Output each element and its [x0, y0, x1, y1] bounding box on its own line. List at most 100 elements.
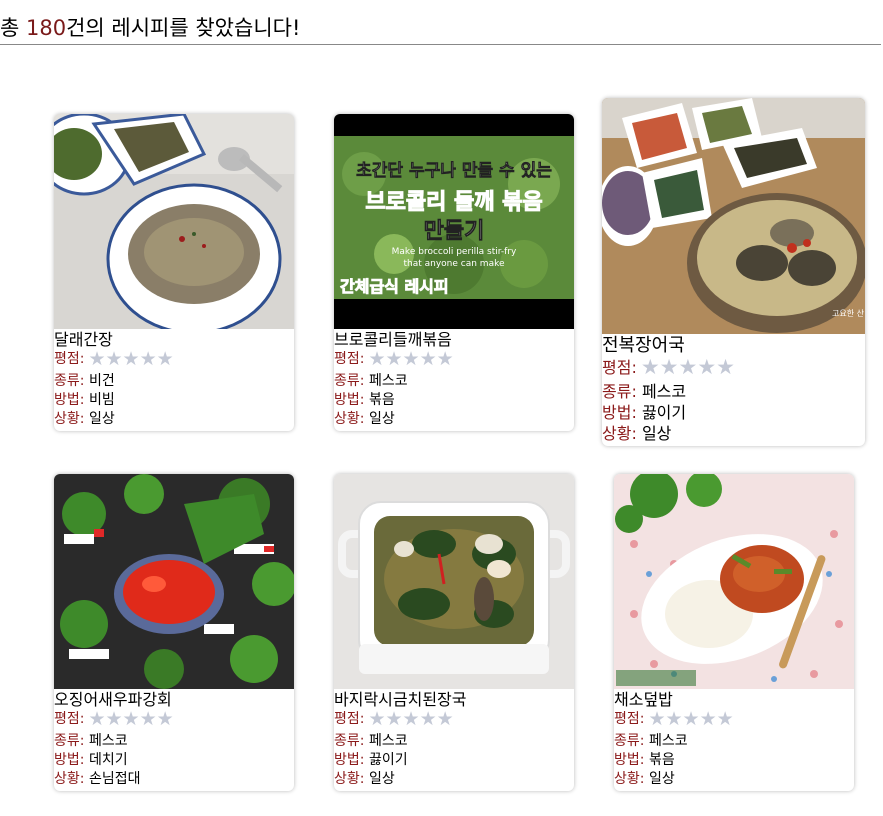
- recipe-card[interactable]: 초간단 누구나 만들 수 있는 브로콜리 들깨 볶음 만들기 Make broc…: [334, 114, 574, 431]
- occasion-value: 일상: [368, 411, 395, 427]
- type-row: 종류: 비건: [54, 372, 294, 391]
- method-value: 비빔: [88, 392, 115, 408]
- method-value: 데치기: [88, 752, 128, 768]
- method-row: 방법: 볶음: [334, 391, 574, 410]
- rating-label: 평점:: [602, 358, 637, 377]
- type-value: 페스코: [368, 373, 408, 389]
- method-label: 방법:: [334, 752, 369, 768]
- recipe-thumbnail[interactable]: [334, 474, 574, 689]
- recipe-thumbnail[interactable]: [614, 474, 854, 689]
- method-label: 방법:: [614, 752, 649, 768]
- type-label: 종류:: [614, 733, 649, 749]
- method-row: 방법: 볶음: [614, 751, 854, 770]
- type-label: 종류:: [334, 733, 369, 749]
- type-value: 페스코: [648, 733, 688, 749]
- type-label: 종류:: [334, 373, 369, 389]
- rating-row: 평점: ★★★★★: [54, 350, 294, 369]
- recipe-title[interactable]: 전복장어국: [602, 335, 865, 357]
- occasion-value: 일상: [368, 771, 395, 787]
- result-count-heading: 총 180건의 레시피를 찾았습니다!: [0, 14, 881, 45]
- method-label: 방법:: [54, 392, 89, 408]
- occasion-value: 일상: [88, 411, 115, 427]
- method-value: 볶음: [648, 752, 675, 768]
- recipe-title[interactable]: 오징어새우파강회: [54, 690, 294, 710]
- star-rating-icon[interactable]: ★★★★★: [368, 350, 453, 369]
- occasion-label: 상황:: [614, 771, 649, 787]
- occasion-value: 일상: [641, 424, 672, 443]
- rating-row: 평점: ★★★★★: [334, 350, 574, 369]
- type-value: 페스코: [88, 733, 128, 749]
- type-row: 종류: 페스코: [334, 732, 574, 751]
- recipe-title[interactable]: 바지락시금치된장국: [334, 690, 574, 710]
- recipe-card[interactable]: 오징어새우파강회 평점: ★★★★★ 종류: 페스코 방법: 데치기 상황: 손…: [54, 474, 294, 791]
- recipe-card[interactable]: 바지락시금치된장국 평점: ★★★★★ 종류: 페스코 방법: 끓이기 상황: …: [334, 474, 574, 791]
- method-row: 방법: 끓이기: [334, 751, 574, 770]
- method-label: 방법:: [334, 392, 369, 408]
- method-value: 끓이기: [641, 403, 687, 422]
- rating-row: 평점: ★★★★★: [614, 710, 854, 729]
- type-label: 종류:: [54, 373, 89, 389]
- thumb-watermark: 고요한 산: [832, 308, 865, 318]
- type-row: 종류: 페스코: [602, 381, 865, 402]
- method-value: 끓이기: [368, 752, 408, 768]
- rating-row: 평점: ★★★★★: [334, 710, 574, 729]
- occasion-value: 손님접대: [88, 771, 141, 787]
- method-row: 방법: 데치기: [54, 751, 294, 770]
- result-prefix: 총: [0, 16, 26, 40]
- type-row: 종류: 페스코: [614, 732, 854, 751]
- method-row: 방법: 끓이기: [602, 402, 865, 423]
- thumb-caption-3: 만들기: [424, 219, 485, 244]
- occasion-row: 상황: 손님접대: [54, 770, 294, 789]
- occasion-row: 상황: 일상: [602, 423, 865, 444]
- method-row: 방법: 비빔: [54, 391, 294, 410]
- recipe-card[interactable]: 고요한 산 전복장어국 평점: ★★★★★ 종류: 페스코 방법: 끓이기 상황…: [602, 98, 865, 446]
- star-rating-icon[interactable]: ★★★★★: [368, 710, 453, 729]
- occasion-row: 상황: 일상: [334, 770, 574, 789]
- rating-row: 평점: ★★★★★: [602, 357, 865, 378]
- rating-label: 평점:: [334, 351, 365, 367]
- type-value: 비건: [88, 373, 115, 389]
- rating-label: 평점:: [54, 711, 85, 727]
- type-row: 종류: 페스코: [334, 372, 574, 391]
- recipe-card[interactable]: 달래간장 평점: ★★★★★ 종류: 비건 방법: 비빔 상황: 일상: [54, 114, 294, 431]
- recipe-title[interactable]: 채소덮밥: [614, 690, 854, 710]
- rating-row: 평점: ★★★★★: [54, 710, 294, 729]
- type-label: 종류:: [54, 733, 89, 749]
- recipe-title[interactable]: 달래간장: [54, 330, 294, 350]
- occasion-value: 일상: [648, 771, 675, 787]
- rating-label: 평점:: [54, 351, 85, 367]
- result-suffix: 건의 레시피를 찾았습니다!: [66, 16, 301, 40]
- star-rating-icon[interactable]: ★★★★★: [648, 710, 733, 729]
- type-value: 페스코: [368, 733, 408, 749]
- thumb-caption-1: 초간단 누구나 만들 수 있는: [356, 161, 552, 181]
- method-label: 방법:: [54, 752, 89, 768]
- star-rating-icon[interactable]: ★★★★★: [641, 357, 735, 378]
- type-value: 페스코: [641, 382, 687, 401]
- recipe-thumbnail[interactable]: 초간단 누구나 만들 수 있는 브로콜리 들깨 볶음 만들기 Make broc…: [334, 114, 574, 329]
- type-label: 종류:: [602, 382, 642, 401]
- recipe-title[interactable]: 브로콜리들깨볶음: [334, 330, 574, 350]
- method-label: 방법:: [602, 403, 642, 422]
- occasion-label: 상황:: [334, 411, 369, 427]
- method-value: 볶음: [368, 392, 395, 408]
- occasion-row: 상황: 일상: [614, 770, 854, 789]
- occasion-label: 상황:: [54, 771, 89, 787]
- thumb-caption-6: 간체급식 레시피: [340, 277, 449, 296]
- thumb-caption-5: that anyone can make: [403, 259, 504, 269]
- occasion-row: 상황: 일상: [54, 410, 294, 429]
- occasion-row: 상황: 일상: [334, 410, 574, 429]
- recipe-thumbnail[interactable]: 고요한 산: [602, 98, 865, 334]
- recipe-thumbnail[interactable]: [54, 114, 294, 329]
- recipe-thumbnail[interactable]: [54, 474, 294, 689]
- occasion-label: 상황:: [54, 411, 89, 427]
- type-row: 종류: 페스코: [54, 732, 294, 751]
- rating-label: 평점:: [614, 711, 645, 727]
- occasion-label: 상황:: [334, 771, 369, 787]
- recipe-card[interactable]: 채소덮밥 평점: ★★★★★ 종류: 페스코 방법: 볶음 상황: 일상: [614, 474, 854, 791]
- rating-label: 평점:: [334, 711, 365, 727]
- thumb-caption-4: Make broccoli perilla stir-fry: [392, 247, 517, 257]
- star-rating-icon[interactable]: ★★★★★: [88, 350, 173, 369]
- result-count: 180: [26, 16, 67, 40]
- star-rating-icon[interactable]: ★★★★★: [88, 710, 173, 729]
- thumb-caption-2: 브로콜리 들깨 볶음: [365, 190, 542, 215]
